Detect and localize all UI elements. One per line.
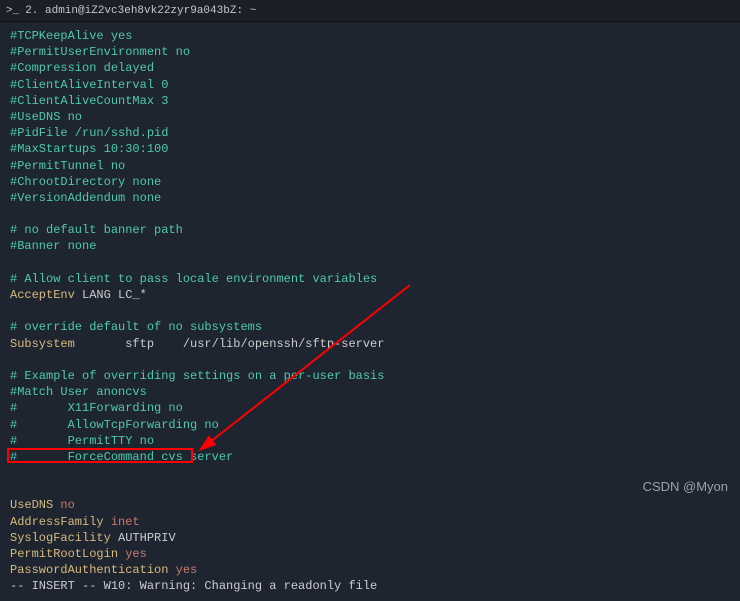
terminal-text: #Banner none: [10, 239, 96, 253]
window-titlebar[interactable]: >_ 2. admin@iZ2vc3eh8vk22zyr9a043bZ: ~: [0, 0, 740, 22]
terminal-viewport[interactable]: #TCPKeepAlive yes #PermitUserEnvironment …: [0, 22, 740, 601]
terminal-text: yes: [118, 547, 147, 561]
terminal-line: AcceptEnv LANG LC_*: [10, 287, 730, 303]
terminal-text: LANG LC_*: [75, 288, 147, 302]
terminal-text: AcceptEnv: [10, 288, 75, 302]
terminal-text: # Allow client to pass locale environmen…: [10, 272, 377, 286]
terminal-line: #Banner none: [10, 238, 730, 254]
terminal-line: # AllowTcpForwarding no: [10, 417, 730, 433]
terminal-line: AddressFamily inet: [10, 514, 730, 530]
terminal-text: #PermitTunnel no: [10, 159, 125, 173]
terminal-line: [10, 255, 730, 271]
terminal-line: # Allow client to pass locale environmen…: [10, 271, 730, 287]
terminal-text: SyslogFacility: [10, 531, 111, 545]
terminal-text: AUTHPRIV: [111, 531, 176, 545]
terminal-text: [10, 207, 17, 221]
terminal-line: PasswordAuthentication yes: [10, 562, 730, 578]
terminal-text: #ChrootDirectory none: [10, 175, 161, 189]
terminal-text: # X11Forwarding no: [10, 401, 183, 415]
terminal-text: # Example of overriding settings on a pe…: [10, 369, 384, 383]
terminal-line: #UseDNS no: [10, 109, 730, 125]
terminal-text: PermitRootLogin: [10, 547, 118, 561]
terminal-line: # override default of no subsystems: [10, 319, 730, 335]
terminal-text: # ForceCommand cvs server: [10, 450, 233, 464]
terminal-line: #ChrootDirectory none: [10, 174, 730, 190]
terminal-text: #PermitUserEnvironment no: [10, 45, 190, 59]
terminal-line: # PermitTTY no: [10, 433, 730, 449]
terminal-text: inet: [104, 515, 140, 529]
terminal-text: no: [53, 498, 75, 512]
terminal-text: # PermitTTY no: [10, 434, 154, 448]
terminal-line: # ForceCommand cvs server: [10, 449, 730, 465]
terminal-line: SyslogFacility AUTHPRIV: [10, 530, 730, 546]
terminal-line: [10, 206, 730, 222]
terminal-line: #VersionAddendum none: [10, 190, 730, 206]
terminal-text: #Match User anoncvs: [10, 385, 147, 399]
terminal-text: #MaxStartups 10:30:100: [10, 142, 168, 156]
terminal-text: #Compression delayed: [10, 61, 154, 75]
terminal-text: UseDNS: [10, 498, 53, 512]
terminal-line: #ClientAliveInterval 0: [10, 77, 730, 93]
terminal-text: PasswordAuthentication: [10, 563, 168, 577]
terminal-text: #TCPKeepAlive yes: [10, 29, 132, 43]
terminal-text: #VersionAddendum none: [10, 191, 161, 205]
terminal-line: #Match User anoncvs: [10, 384, 730, 400]
terminal-line: [10, 481, 730, 497]
watermark: CSDN @Myon: [643, 479, 728, 494]
terminal-text: [10, 482, 17, 496]
terminal-line: [10, 352, 730, 368]
terminal-text: [10, 466, 17, 480]
terminal-line: # X11Forwarding no: [10, 400, 730, 416]
terminal-line: Subsystem sftp /usr/lib/openssh/sftp-ser…: [10, 336, 730, 352]
terminal-icon: >_: [6, 5, 19, 17]
terminal-line: -- INSERT -- W10: Warning: Changing a re…: [10, 578, 730, 594]
terminal-line: [10, 465, 730, 481]
terminal-line: [10, 303, 730, 319]
terminal-text: # no default banner path: [10, 223, 183, 237]
terminal-text: #UseDNS no: [10, 110, 82, 124]
terminal-line: #Compression delayed: [10, 60, 730, 76]
terminal-text: # AllowTcpForwarding no: [10, 418, 219, 432]
terminal-text: AddressFamily: [10, 515, 104, 529]
window-title: 2. admin@iZ2vc3eh8vk22zyr9a043bZ: ~: [25, 5, 256, 17]
terminal-line: #PidFile /run/sshd.pid: [10, 125, 730, 141]
terminal-line: #MaxStartups 10:30:100: [10, 141, 730, 157]
terminal-text: #PidFile /run/sshd.pid: [10, 126, 168, 140]
terminal-line: # Example of overriding settings on a pe…: [10, 368, 730, 384]
terminal-text: sftp /usr/lib/openssh/sftp-server: [75, 337, 385, 351]
terminal-text: yes: [168, 563, 197, 577]
terminal-text: Subsystem: [10, 337, 75, 351]
terminal-text: [10, 256, 17, 270]
terminal-text: #ClientAliveCountMax 3: [10, 94, 168, 108]
terminal-line: PermitRootLogin yes: [10, 546, 730, 562]
terminal-line: #PermitTunnel no: [10, 158, 730, 174]
terminal-text: # override default of no subsystems: [10, 320, 262, 334]
terminal-text: [10, 353, 17, 367]
terminal-line: #ClientAliveCountMax 3: [10, 93, 730, 109]
terminal-text: #ClientAliveInterval 0: [10, 78, 168, 92]
terminal-line: # no default banner path: [10, 222, 730, 238]
terminal-text: [10, 304, 17, 318]
terminal-line: #TCPKeepAlive yes: [10, 28, 730, 44]
terminal-text: -- INSERT -- W10: Warning: Changing a re…: [10, 579, 377, 593]
terminal-line: #PermitUserEnvironment no: [10, 44, 730, 60]
